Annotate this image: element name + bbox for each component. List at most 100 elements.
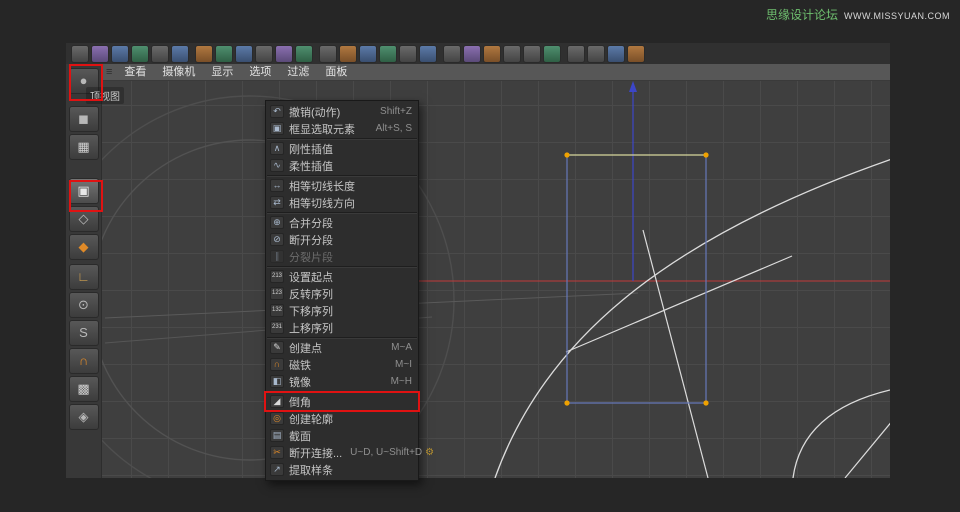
spline-line	[642, 229, 709, 478]
menu-grip-icon[interactable]: ≡	[106, 66, 112, 78]
toolbar-icon[interactable]	[419, 45, 437, 63]
menu-item-create-outline[interactable]: ◎ 创建轮廓	[266, 410, 418, 427]
menu-item-soft-interpolation[interactable]: ∿ 柔性插值	[266, 157, 418, 174]
menu-filter[interactable]: 过滤	[279, 64, 317, 80]
toolbar-icon[interactable]	[275, 45, 293, 63]
menu-item-shortcut: Alt+S, S	[375, 123, 412, 134]
menu-item-label: 相等切线长度	[289, 180, 355, 193]
toolbar-icon[interactable]	[607, 45, 625, 63]
workplane-lock-icon[interactable]: ▩	[68, 376, 99, 402]
toolbar-icon[interactable]	[543, 45, 561, 63]
toolbar-icon[interactable]	[151, 45, 169, 63]
spline-point[interactable]	[703, 152, 709, 158]
menu-view[interactable]: 查看	[116, 64, 154, 80]
toolbar-icon[interactable]	[195, 45, 213, 63]
toolbar-icon[interactable]	[131, 45, 149, 63]
spline-line	[844, 422, 890, 478]
toolbar-icon[interactable]	[503, 45, 521, 63]
toolbar-icon[interactable]	[171, 45, 189, 63]
spline-point[interactable]	[703, 400, 709, 406]
menu-item-label: 框显选取元素	[289, 123, 355, 136]
toolbar-icon[interactable]	[587, 45, 605, 63]
menu-item-create-point[interactable]: ✎ 创建点 M~A	[266, 339, 418, 356]
menu-item-label: 相等切线方向	[289, 197, 355, 210]
menu-item-join-segment[interactable]: ⊕ 合并分段	[266, 214, 418, 231]
enable-axis-icon[interactable]: ∟	[68, 264, 99, 290]
toolbar-icon[interactable]	[319, 45, 337, 63]
menu-item-reverse-sequence[interactable]: 123 反转序列	[266, 285, 418, 302]
disconnect-icon: ✂	[270, 446, 284, 459]
frame-selected-icon: ▣	[270, 122, 284, 135]
watermark: 思缘设计论坛 WWW.MISSYUAN.COM	[766, 6, 950, 23]
menu-item-label: 提取样条	[289, 464, 333, 477]
annotation-box-points-mode	[69, 180, 103, 212]
toolbar-icon[interactable]	[399, 45, 417, 63]
menu-item-equal-tangent-length[interactable]: ↔ 相等切线长度	[266, 177, 418, 194]
toolbar-icon[interactable]	[443, 45, 461, 63]
snap-icon[interactable]: S	[68, 320, 99, 346]
model-mode-icon[interactable]: ◼	[68, 106, 99, 132]
menu-item-break-segment[interactable]: ⊘ 断开分段	[266, 231, 418, 248]
toolbar-icon[interactable]	[295, 45, 313, 63]
viewport-menubar: ≡ 查看 摄像机 显示 选项 过滤 面板	[102, 64, 890, 81]
reverse-sequence-icon: 123	[270, 287, 284, 300]
menu-item-shortcut: M~H	[390, 376, 412, 387]
toolbar-icon[interactable]	[359, 45, 377, 63]
toolbar-icon[interactable]	[255, 45, 273, 63]
toolbar-icon[interactable]	[111, 45, 129, 63]
menu-display[interactable]: 显示	[203, 64, 241, 80]
annotation-box-make-editable	[69, 64, 103, 101]
menu-item-magnet[interactable]: ∩ 磁铁 M~I	[266, 356, 418, 373]
toolbar-icon[interactable]	[235, 45, 253, 63]
menu-item-chamfer[interactable]: ◢ 倒角	[264, 391, 420, 412]
menu-item-label: 反转序列	[289, 288, 333, 301]
menu-item-cross-section[interactable]: ▤ 截面	[266, 427, 418, 444]
gear-icon[interactable]: ⚙	[425, 447, 434, 458]
spline-arc	[792, 389, 890, 478]
spline-arc	[494, 159, 890, 478]
viewport-solo-icon[interactable]: ⊙	[68, 292, 99, 318]
menu-item-move-down-sequence[interactable]: 132 下移序列	[266, 302, 418, 319]
spline-point[interactable]	[564, 152, 570, 158]
menu-item-undo-action[interactable]: ↶ 撤销(动作) Shift+Z	[266, 103, 418, 120]
viewport-canvas[interactable]	[102, 81, 890, 478]
menu-item-label: 磁铁	[289, 359, 311, 372]
toolbar-icon[interactable]	[523, 45, 541, 63]
toolbar-icon[interactable]	[379, 45, 397, 63]
polygons-mode-icon[interactable]: ◆	[68, 234, 99, 260]
main-toolbar-cropped	[66, 43, 890, 64]
spline-context-menu: ↶ 撤销(动作) Shift+Z ▣ 框显选取元素 Alt+S, S ∧ 刚性插…	[264, 100, 434, 481]
menu-item-move-up-sequence[interactable]: 231 上移序列	[266, 319, 418, 336]
toolbar-icon[interactable]	[339, 45, 357, 63]
menu-item-mirror[interactable]: ◧ 镜像 M~H	[266, 373, 418, 390]
toolbar-icon[interactable]	[463, 45, 481, 63]
toolbar-icon[interactable]	[215, 45, 233, 63]
menu-item-hard-interpolation[interactable]: ∧ 刚性插值	[266, 140, 418, 157]
move-down-sequence-icon: 132	[270, 304, 284, 317]
menu-item-set-first-point[interactable]: 213 设置起点	[266, 268, 418, 285]
hard-interpolation-icon: ∧	[270, 142, 284, 155]
toolbar-icon[interactable]	[627, 45, 645, 63]
menu-item-equal-tangent-direction[interactable]: ⇄ 相等切线方向	[266, 194, 418, 211]
menu-item-shortcut: M~I	[395, 359, 412, 370]
texture-mode-icon[interactable]: ▦	[68, 134, 99, 160]
chamfer-icon: ◢	[270, 395, 284, 408]
menu-camera[interactable]: 摄像机	[154, 64, 203, 80]
workplane-icon[interactable]: ◈	[68, 404, 99, 430]
toolbar-icon[interactable]	[483, 45, 501, 63]
move-up-sequence-icon: 231	[270, 321, 284, 334]
menu-panel[interactable]: 面板	[317, 64, 355, 80]
magnet-snap-icon[interactable]: ∩	[68, 348, 99, 374]
menu-item-frame-selected[interactable]: ▣ 框显选取元素 Alt+S, S	[266, 120, 418, 137]
z-axis-arrow	[629, 81, 637, 92]
soft-interpolation-icon: ∿	[270, 159, 284, 172]
menu-item-extract-spline[interactable]: ↗ 提取样条	[266, 461, 418, 478]
menu-options[interactable]: 选项	[241, 64, 279, 80]
toolbar-icon[interactable]	[91, 45, 109, 63]
toolbar-icon[interactable]	[71, 45, 89, 63]
menu-item-disconnect[interactable]: ✂ 断开连接... U~D, U~Shift+D ⚙	[266, 444, 434, 461]
menu-item-label: 下移序列	[289, 305, 333, 318]
toolbar-icon[interactable]	[567, 45, 585, 63]
spline-point[interactable]	[564, 400, 570, 406]
menu-item-label: 撤销(动作)	[289, 106, 341, 119]
